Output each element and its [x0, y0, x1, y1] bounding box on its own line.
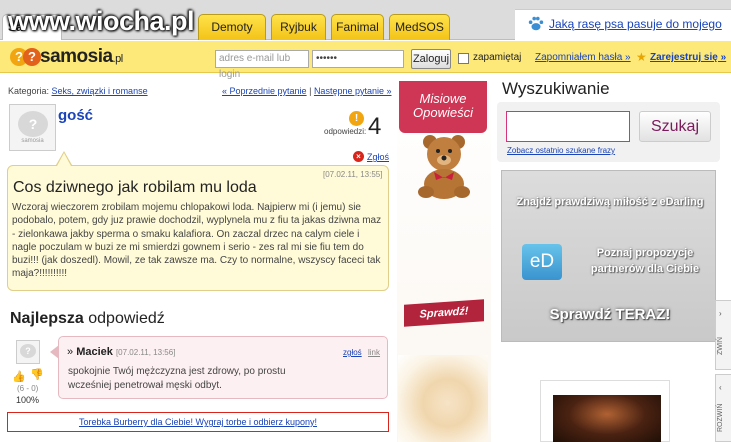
bottom-advertisement[interactable] — [540, 380, 670, 442]
category-breadcrumb: Kategoria: Seks, związki i romanse — [8, 86, 148, 96]
expand-label: ROZWIŃ — [717, 403, 724, 433]
best-answer-heading: Najlepsza odpowiedź — [10, 310, 165, 328]
avatar[interactable]: ? samosia — [9, 104, 56, 151]
answer-text: spokojnie Twój mężczyzna jest zdrowy, po… — [68, 366, 286, 391]
answer-avatar[interactable]: ? — [16, 340, 40, 364]
collapse-tab[interactable]: › ZWIŃ — [715, 300, 731, 370]
answers-label: odpowiedzi: — [324, 127, 367, 136]
ad-photo — [553, 395, 661, 442]
best-answer-heading-bold: Najlepsza — [10, 310, 84, 327]
search-input[interactable] — [506, 111, 630, 142]
top-ad-link[interactable]: Jaką rasę psa pasuje do mojego — [549, 17, 722, 31]
answers-icon: ! — [349, 111, 364, 126]
category-link[interactable]: Seks, związki i romanse — [52, 86, 148, 96]
best-answer-heading-rest: odpowiedź — [83, 310, 165, 327]
answer-author-name[interactable]: Maciek — [76, 346, 113, 358]
teddy-bear-icon — [418, 135, 470, 199]
search-title: Wyszukiwanie — [502, 79, 610, 98]
logo-suffix: .pl — [112, 53, 124, 65]
expand-tab[interactable]: ‹ ROZWIŃ — [715, 374, 731, 442]
tab-demoty[interactable]: Demoty — [198, 14, 266, 40]
promo-banner[interactable]: Torebka Burberry dla Ciebie! Wygraj torb… — [7, 412, 389, 432]
answer-permalink[interactable]: link — [368, 348, 380, 357]
paw-icon — [528, 16, 544, 31]
search-button[interactable]: Szukaj — [639, 111, 711, 142]
answer-date: [07.02.11, 13:56] — [115, 348, 176, 357]
vote-count: (6 - 0) — [17, 384, 39, 393]
promo-link[interactable]: Torebka Burberry dla Ciebie! Wygraj torb… — [79, 417, 317, 427]
nav-separator: | — [309, 86, 312, 96]
answers-count: 4 — [368, 113, 382, 140]
collapse-label: ZWIŃ — [717, 337, 724, 355]
top-ad-box[interactable]: Jaką rasę psa pasuje do mojego — [515, 9, 731, 40]
edarling-cta-button[interactable]: Sprawdź TERAZ! — [535, 306, 685, 323]
logo-name: samosia — [40, 46, 113, 67]
thumbs-down-icon[interactable]: 👎 — [30, 368, 44, 381]
recent-searches-link[interactable]: Zobacz ostatnio szukane frazy — [507, 146, 615, 155]
question-title: Cos dziwnego jak robilam mu loda — [13, 179, 257, 196]
category-label: Kategoria: — [8, 86, 50, 96]
edarling-text: Poznaj propozycje partnerów dla Ciebie — [590, 247, 700, 275]
edarling-headline: Znajdź prawdziwą miłość z eDarling — [516, 196, 704, 208]
register-link[interactable]: Zarejestruj się » — [650, 52, 726, 63]
previous-question-link[interactable]: « Poprzednie pytanie — [222, 86, 307, 96]
tab-fanimal[interactable]: Fanimal — [331, 14, 384, 40]
tab-medsos[interactable]: MedSOS — [389, 14, 450, 40]
report-question-link[interactable]: Zgłoś — [367, 152, 389, 162]
password-field[interactable]: •••••• — [312, 50, 404, 68]
remember-label[interactable]: zapamiętaj — [473, 52, 521, 63]
vote-percent: 100% — [16, 395, 40, 405]
next-question-link[interactable]: Następne pytanie » — [314, 86, 392, 96]
question-icon: ? — [18, 111, 48, 137]
thumbs-up-icon[interactable]: 👍 — [12, 370, 26, 383]
answer-author: » Maciek [07.02.11, 13:56] — [67, 346, 176, 358]
question-body: Wczoraj wieczorem zrobilam mojemu chlopa… — [12, 202, 382, 280]
avatar-label: samosia — [21, 138, 44, 144]
speech-bubble-tail — [57, 153, 71, 166]
question-icon: ? — [20, 344, 36, 358]
forgot-password-link[interactable]: Zapomniałem hasła » — [535, 52, 631, 63]
login-button[interactable]: Zaloguj — [411, 49, 451, 69]
ad-photo[interactable] — [398, 355, 488, 442]
chevron-right-icon: › — [719, 309, 722, 318]
chevron-left-icon: ‹ — [719, 383, 722, 392]
watermark: www.wiocha.pl — [8, 6, 195, 36]
close-icon: × — [353, 151, 364, 162]
email-field[interactable]: adres e-mail lub login — [215, 50, 309, 80]
star-icon: ★ — [636, 50, 647, 64]
report-answer-link[interactable]: zgłoś — [343, 348, 362, 357]
question-navigation: « Poprzednie pytanie | Następne pytanie … — [222, 86, 392, 96]
edarling-logo: eD — [522, 244, 562, 280]
question-icon: ? — [23, 48, 41, 66]
tab-ryjbuk[interactable]: Ryjbuk — [271, 14, 326, 40]
question-date: [07.02.11, 13:55] — [323, 170, 383, 179]
asker-name: gość — [58, 107, 94, 124]
remember-checkbox[interactable] — [458, 53, 469, 64]
ad-banner-title: Misiowe Opowieści — [399, 81, 487, 133]
